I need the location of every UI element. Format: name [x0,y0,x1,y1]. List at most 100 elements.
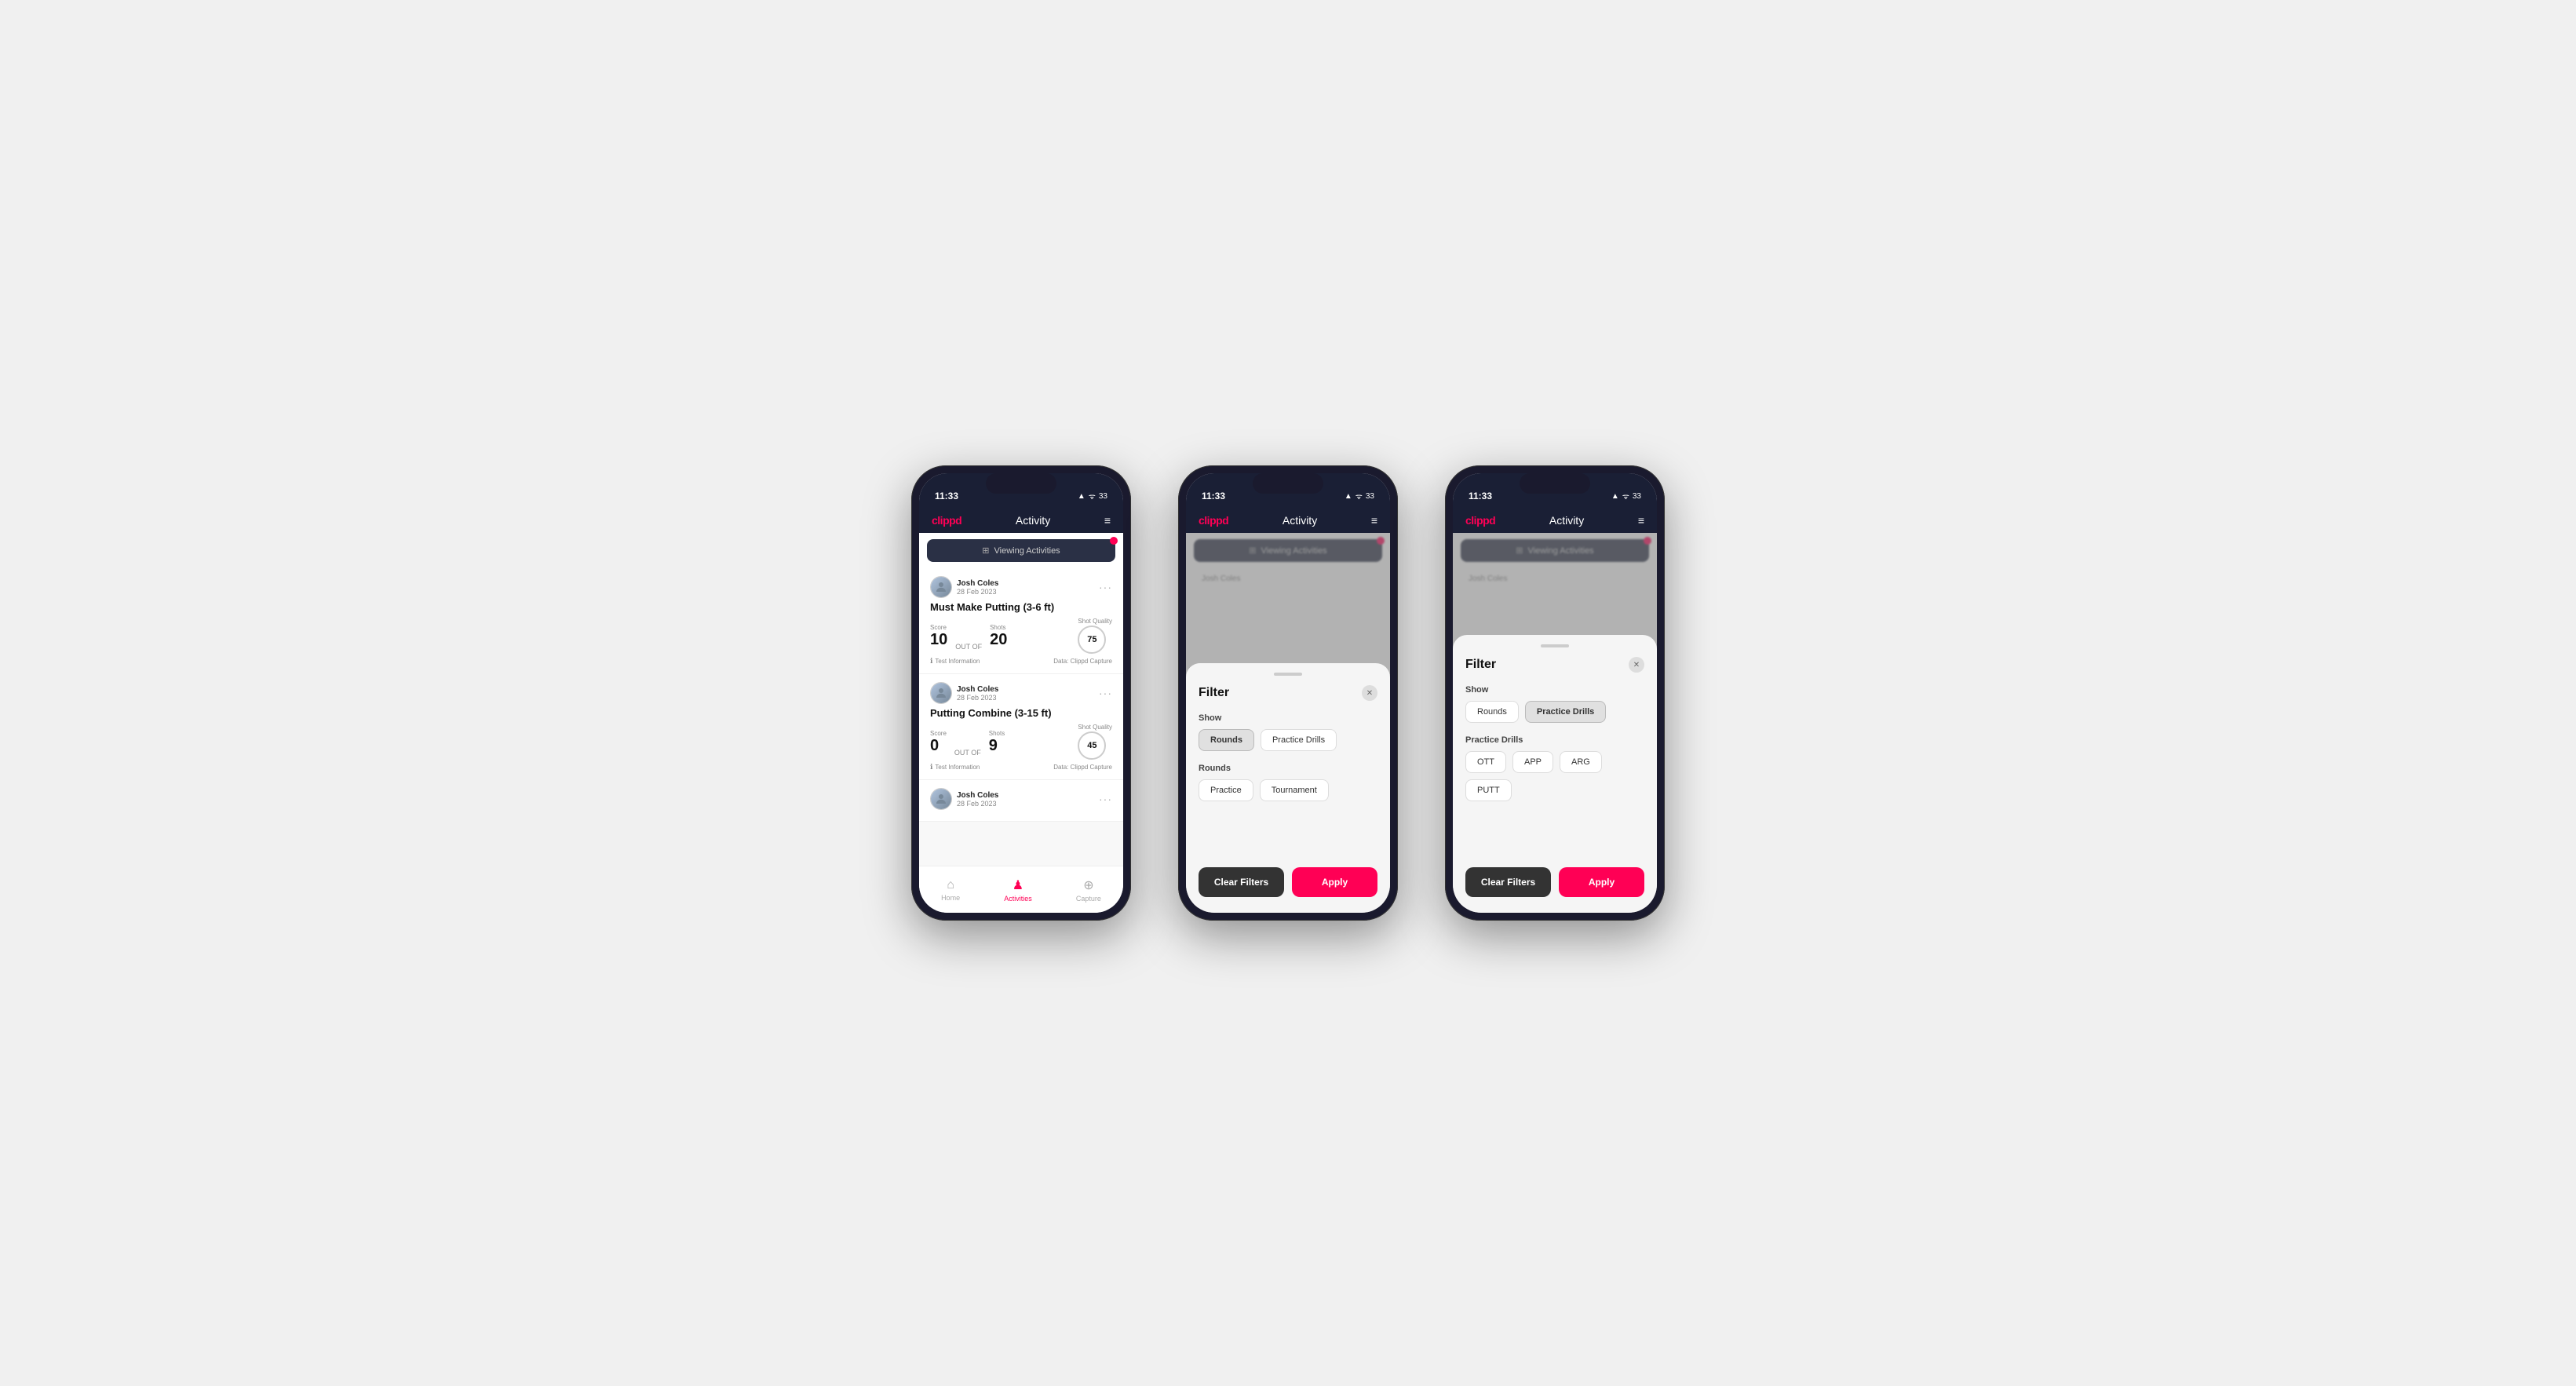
card-title-1: Must Make Putting (3-6 ft) [930,601,1112,613]
data-source-1: Data: Clippd Capture [1053,658,1112,665]
info-icon-1: ℹ [930,657,932,666]
data-source-2: Data: Clippd Capture [1053,764,1112,771]
filter-btn-practice-drills-2[interactable]: Practice Drills [1261,729,1337,751]
out-of-2: OUT OF [954,749,981,760]
menu-icon-3[interactable]: ≡ [1638,514,1644,527]
modal-overlay-3: Filter ✕ Show Rounds Practice Drills Pra… [1453,533,1657,913]
signal-icon-3: ▲ [1611,492,1619,501]
menu-icon-1[interactable]: ≡ [1104,514,1111,527]
filter-icon-1: ⊞ [982,545,989,556]
dots-menu-1[interactable]: ··· [1099,581,1112,593]
wifi-icon: ᯤ [1089,491,1096,502]
sq-badge-2: 45 [1078,731,1106,760]
avatar-1 [930,576,952,598]
close-button-2[interactable]: ✕ [1362,685,1377,701]
activity-list-1: Josh Coles 28 Feb 2023 ··· Must Make Put… [919,568,1123,866]
activities-icon: ♟ [1013,877,1023,893]
avatar-2 [930,682,952,704]
filter-btn-app-3[interactable]: APP [1512,751,1553,773]
filter-btn-putt-3[interactable]: PUTT [1465,779,1512,801]
nav-item-home[interactable]: ⌂ Home [941,878,960,902]
filter-btn-practice-2[interactable]: Practice [1199,779,1253,801]
battery-icon-2: 33 [1366,492,1374,501]
filter-title-2: Filter [1199,686,1229,700]
status-icons-1: ▲ ᯤ 33 [1078,491,1107,502]
dynamic-island-3 [1520,473,1590,494]
phone-3: 11:33 ▲ ᯤ 33 clippd Activity ≡ ⊞ Viewing [1445,465,1665,921]
viewing-bar-1[interactable]: ⊞ Viewing Activities [927,539,1115,562]
capture-label: Capture [1076,895,1101,903]
clear-filters-button-2[interactable]: Clear Filters [1199,867,1284,897]
clear-filters-button-3[interactable]: Clear Filters [1465,867,1551,897]
bottom-nav-1: ⌂ Home ♟ Activities ⊕ Capture [919,866,1123,913]
nav-bar-1: clippd Activity ≡ [919,508,1123,533]
status-icons-3: ▲ ᯤ 33 [1611,491,1641,502]
status-icons-2: ▲ ᯤ 33 [1345,491,1374,502]
rounds-filter-buttons-2: Practice Tournament [1199,779,1377,801]
activity-card-3: Josh Coles 28 Feb 2023 ··· [919,780,1123,822]
signal-icon: ▲ [1078,492,1085,501]
filter-btn-practice-drills-3[interactable]: Practice Drills [1525,701,1606,723]
info-icon-2: ℹ [930,763,932,771]
sq-badge-1: 75 [1078,626,1106,654]
shots-value-1: 20 [990,632,1007,647]
activity-card-1: Josh Coles 28 Feb 2023 ··· Must Make Put… [919,568,1123,674]
battery-icon: 33 [1099,492,1107,501]
dots-menu-2[interactable]: ··· [1099,687,1112,699]
modal-handle-3 [1541,644,1569,647]
score-label-1: Score [930,624,947,631]
modal-header-2: Filter ✕ [1199,685,1377,701]
score-label-2: Score [930,730,947,737]
filter-sheet-2: Filter ✕ Show Rounds Practice Drills Rou… [1186,663,1390,913]
nav-title-2: Activity [1283,514,1317,527]
user-name-3: Josh Coles [957,791,998,800]
nav-bar-3: clippd Activity ≡ [1453,508,1657,533]
dynamic-island [986,473,1056,494]
apply-button-3[interactable]: Apply [1559,867,1644,897]
home-icon: ⌂ [947,878,954,892]
score-value-2: 0 [930,738,947,753]
user-date-1: 28 Feb 2023 [957,588,998,596]
nav-item-capture[interactable]: ⊕ Capture [1076,877,1101,903]
card-stats-1: Score 10 OUT OF Shots 20 Shot Quality 75 [930,618,1112,654]
modal-footer-3: Clear Filters Apply [1465,867,1644,897]
battery-icon-3: 33 [1633,492,1641,501]
card-footer-1: ℹ Test Information Data: Clippd Capture [930,657,1112,666]
practice-drills-filter-buttons-3: OTT APP ARG PUTT [1465,751,1644,801]
filter-btn-arg-3[interactable]: ARG [1560,751,1602,773]
nav-item-activities[interactable]: ♟ Activities [1004,877,1032,903]
status-time-1: 11:33 [935,491,958,502]
phones-container: 11:33 ▲ ᯤ 33 clippd Activity ≡ ⊞ Viewing… [911,465,1665,921]
filter-btn-ott-3[interactable]: OTT [1465,751,1506,773]
filter-sheet-3: Filter ✕ Show Rounds Practice Drills Pra… [1453,635,1657,913]
modal-footer-2: Clear Filters Apply [1199,867,1377,897]
sq-label-2: Shot Quality [1078,724,1112,731]
activities-label: Activities [1004,895,1032,903]
card-stats-2: Score 0 OUT OF Shots 9 Shot Quality 45 [930,724,1112,760]
out-of-1: OUT OF [955,643,982,654]
close-button-3[interactable]: ✕ [1629,657,1644,673]
apply-button-2[interactable]: Apply [1292,867,1377,897]
filter-btn-rounds-2[interactable]: Rounds [1199,729,1254,751]
menu-icon-2[interactable]: ≡ [1371,514,1377,527]
dots-menu-3[interactable]: ··· [1099,793,1112,805]
logo-1: clippd [932,514,961,527]
filter-btn-rounds-3[interactable]: Rounds [1465,701,1519,723]
user-date-3: 28 Feb 2023 [957,800,998,808]
phone-2: 11:33 ▲ ᯤ 33 clippd Activity ≡ ⊞ Viewing [1178,465,1398,921]
modal-handle-2 [1274,673,1302,676]
status-time-3: 11:33 [1469,491,1492,502]
shots-label-2: Shots [989,730,1005,737]
user-date-2: 28 Feb 2023 [957,694,998,702]
signal-icon-2: ▲ [1345,492,1352,501]
show-label-2: Show [1199,713,1377,723]
show-label-3: Show [1465,685,1644,695]
filter-btn-tournament-2[interactable]: Tournament [1260,779,1329,801]
nav-title-1: Activity [1016,514,1050,527]
card-footer-2: ℹ Test Information Data: Clippd Capture [930,763,1112,771]
test-info-1: ℹ Test Information [930,657,980,666]
dynamic-island-2 [1253,473,1323,494]
sq-label-1: Shot Quality [1078,618,1112,625]
wifi-icon-3: ᯤ [1622,491,1629,502]
activity-card-2: Josh Coles 28 Feb 2023 ··· Putting Combi… [919,674,1123,780]
